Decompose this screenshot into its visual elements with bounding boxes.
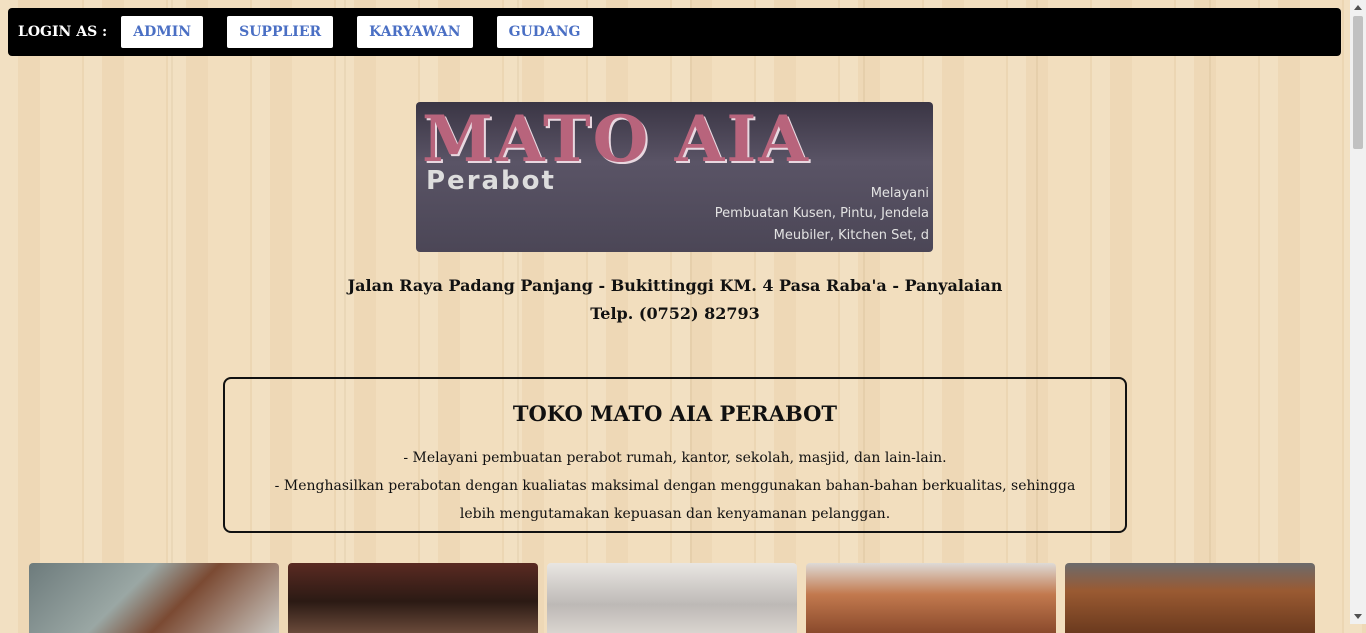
store-info-box: TOKO MATO AIA PERABOT - Melayani pembuat… — [223, 377, 1127, 533]
scroll-down-icon[interactable] — [1354, 614, 1362, 619]
login-as-label: LOGIN AS : — [18, 24, 108, 40]
product-gallery — [29, 563, 1315, 633]
service-description: - Melayani pembuatan perabot rumah, kant… — [403, 450, 947, 466]
banner-line-1: Melayani — [870, 186, 929, 201]
gallery-photo-staircase — [29, 563, 279, 633]
store-banner-image: MATO AIA Perabot Melayani Pembuatan Kuse… — [416, 102, 933, 252]
admin-button[interactable]: ADMIN — [121, 16, 204, 48]
banner-line-2: Pembuatan Kusen, Pintu, Jendela — [714, 206, 929, 221]
store-name-heading: TOKO MATO AIA PERABOT — [512, 401, 838, 426]
banner-subtitle: Perabot — [426, 166, 556, 196]
scrollbar-thumb[interactable] — [1353, 16, 1363, 149]
gallery-photo-ceiling — [547, 563, 797, 633]
address-line: Jalan Raya Padang Panjang - Bukittinggi … — [347, 276, 1003, 295]
vertical-scrollbar[interactable] — [1350, 0, 1366, 624]
gallery-photo-kitchen — [806, 563, 1056, 633]
gudang-button[interactable]: GUDANG — [496, 16, 593, 48]
banner-line-3: Meubiler, Kitchen Set, d — [773, 228, 929, 243]
gallery-photo-wardrobe — [1065, 563, 1315, 633]
supplier-button[interactable]: SUPPLIER — [227, 16, 334, 48]
quality-description: - Menghasilkan perabotan dengan kualiata… — [274, 478, 1076, 522]
top-navbar: LOGIN AS : ADMIN SUPPLIER KARYAWAN GUDAN… — [8, 8, 1341, 56]
scroll-up-icon[interactable] — [1354, 5, 1362, 10]
karyawan-button[interactable]: KARYAWAN — [357, 16, 473, 48]
store-address: Jalan Raya Padang Panjang - Bukittinggi … — [0, 272, 1350, 328]
phone-line: Telp. (0752) 82793 — [590, 304, 760, 323]
gallery-photo-cabinet — [288, 563, 538, 633]
